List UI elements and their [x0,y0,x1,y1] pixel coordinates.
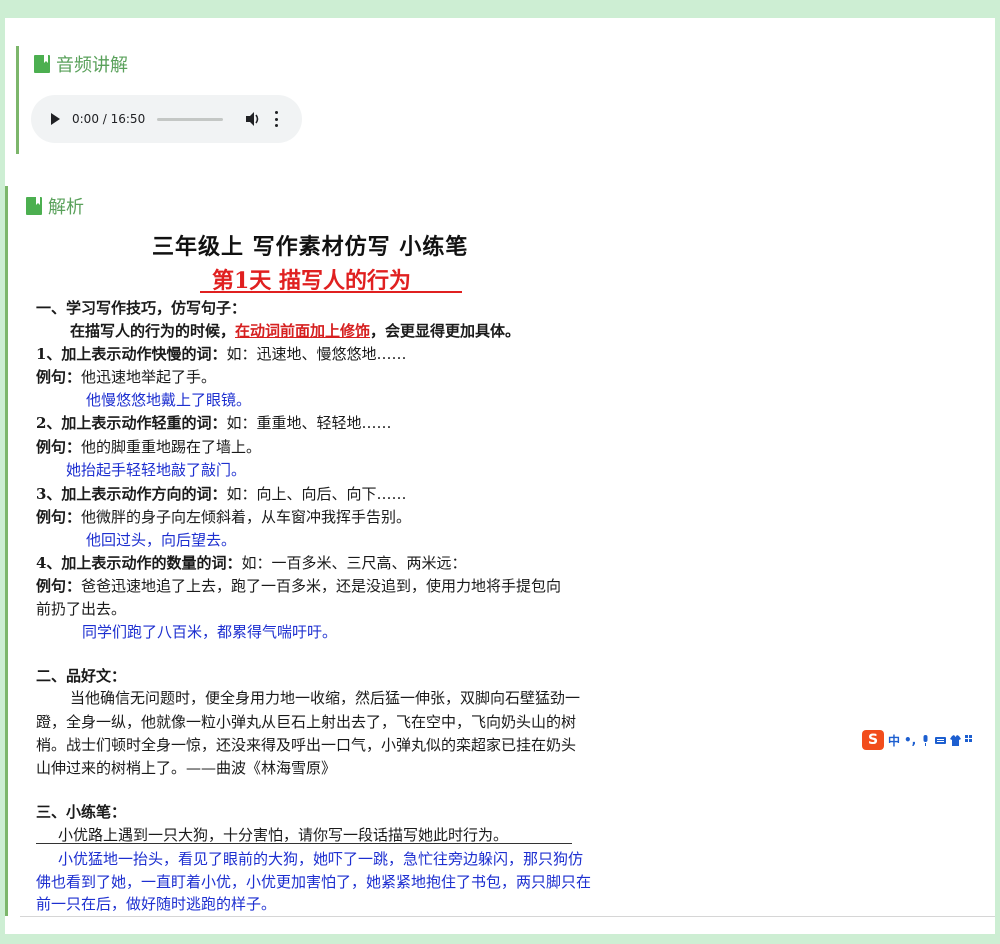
intro-text-c: ，会更显得更加具体。 [370,322,521,340]
point2-example: 例句：他的脚重重地踢在了墙上。 [36,436,261,457]
audio-time: 0:00 / 16:50 [72,112,146,126]
example-text: 他微胖的身子向左倾斜着，从车窗冲我挥手告别。 [81,508,412,526]
point1-rest: 如：迅速地、慢悠悠地…… [226,345,407,363]
practice-answer-line: 小优猛地一抬头，看见了眼前的大狗，她吓了一跳，急忙往旁边躲闪，那只狗仿 [58,850,584,868]
passage-line: 山伸过来的树梢上了。——曲波《林海雪原》 [36,759,337,777]
point1: 1、加上表示动作快慢的词：如：迅速地、慢悠悠地…… [36,343,406,364]
point4: 4、加上表示动作的数量的词：如：一百多米、三尺高、两米远： [36,552,466,573]
point3-rest: 如：向上、向后、向下…… [226,485,407,503]
intro-highlight: 在动词前面加上修饰 [235,322,371,340]
point3-example: 例句：他微胖的身子向左倾斜着，从车窗冲我挥手告别。 [36,506,411,527]
analysis-section-header: 解析 [26,193,84,219]
ime-mode[interactable]: 中 [888,732,900,749]
example-text: 他的脚重重地踢在了墙上。 [81,438,262,456]
subtitle-underline [200,291,462,293]
example-label: 例句： [36,577,82,595]
point3: 3、加上表示动作方向的词：如：向上、向后、向下…… [36,483,406,504]
microphone-icon[interactable] [920,734,931,746]
passage-line: 蹬，全身一纵，他就像一粒小弹丸从巨石上射出去了，飞在空中，飞向奶头山的树 [36,713,577,731]
point2: 2、加上表示动作轻重的词：如：重重地、轻轻地…… [36,412,391,433]
sogou-logo-icon[interactable]: S [862,730,884,750]
skin-shirt-icon[interactable] [950,734,962,746]
grid-menu-icon[interactable] [965,734,976,746]
point2-head: 2、加上表示动作轻重的词： [36,414,227,432]
point1-example: 例句：他迅速地举起了手。 [36,366,216,387]
analysis-section-title: 解析 [48,197,84,218]
example-label: 例句： [36,508,82,526]
example-label: 例句： [36,438,82,456]
section1-heading: 一、学习写作技巧，仿写句子： [36,299,247,317]
ime-punct[interactable]: •, [904,733,916,747]
point4-rest: 如：一百多米、三尺高、两米远： [241,554,467,572]
audio-section-title: 音频讲解 [56,55,128,76]
passage-line: 当他确信无问题时，便全身用力地一收缩，然后猛一伸张，双脚向石壁猛劲一 [70,689,581,707]
book-icon [34,55,50,73]
point4-example: 例句：爸爸迅速地追了上去，跑了一百多米，还是没追到，使用力地将手提包向 [36,575,561,596]
bottom-divider [20,916,995,917]
practice-answer-line: 前一只在后，做好随时逃跑的样子。 [36,895,277,913]
point4-head: 4、加上表示动作的数量的词： [36,554,242,572]
point1-answer: 他慢悠悠地戴上了眼镜。 [86,391,252,409]
task-underline [36,843,572,844]
audio-seek-bar[interactable] [157,117,224,121]
play-icon[interactable] [51,113,60,125]
point4-example-cont: 前扔了出去。 [36,600,127,618]
analysis-section [5,186,998,916]
example-text: 他迅速地举起了手。 [81,368,217,386]
volume-icon[interactable] [245,111,261,127]
point3-head: 3、加上表示动作方向的词： [36,485,227,503]
book-icon [26,197,42,215]
intro-text-a: 在描写人的行为的时候， [70,322,236,340]
doc-title: 三年级上 写作素材仿写 小练笔 [152,234,469,260]
point3-answer: 他回过头，向后望去。 [86,531,237,549]
audio-player[interactable]: 0:00 / 16:50 [31,95,302,143]
point4-answer: 同学们跑了八百米，都累得气喘吁吁。 [82,623,338,641]
audio-section-header: 音频讲解 [34,51,128,77]
example-text: 爸爸迅速地追了上去，跑了一百多米，还是没追到，使用力地将手提包向 [81,577,562,595]
point2-answer: 她抬起手轻轻地敲了敲门。 [66,461,247,479]
point1-head: 1、加上表示动作快慢的词： [36,345,227,363]
example-label: 例句： [36,368,82,386]
practice-answer-line: 佛也看到了她，一直盯着小优，小优更加害怕了，她紧紧地抱住了书包，两只脚只在 [36,873,592,891]
point2-rest: 如：重重地、轻轻地…… [226,414,392,432]
ime-toolbar[interactable]: S 中 •, [862,729,976,751]
passage-line: 梢。战士们顿时全身一惊，还没来得及呼出一口气，小弹丸似的栾超家已挂在奶头 [36,736,577,754]
section2-heading: 二、品好文： [36,667,127,685]
intro-line: 在描写人的行为的时候，在动词前面加上修饰，会更显得更加具体。 [70,320,520,341]
more-options-icon[interactable] [275,111,279,127]
keyboard-icon[interactable] [935,735,947,746]
section3-heading: 三、小练笔： [36,803,127,821]
practice-task: 小优路上遇到一只大狗，十分害怕，请你写一段话描写她此时行为。 [58,826,509,844]
